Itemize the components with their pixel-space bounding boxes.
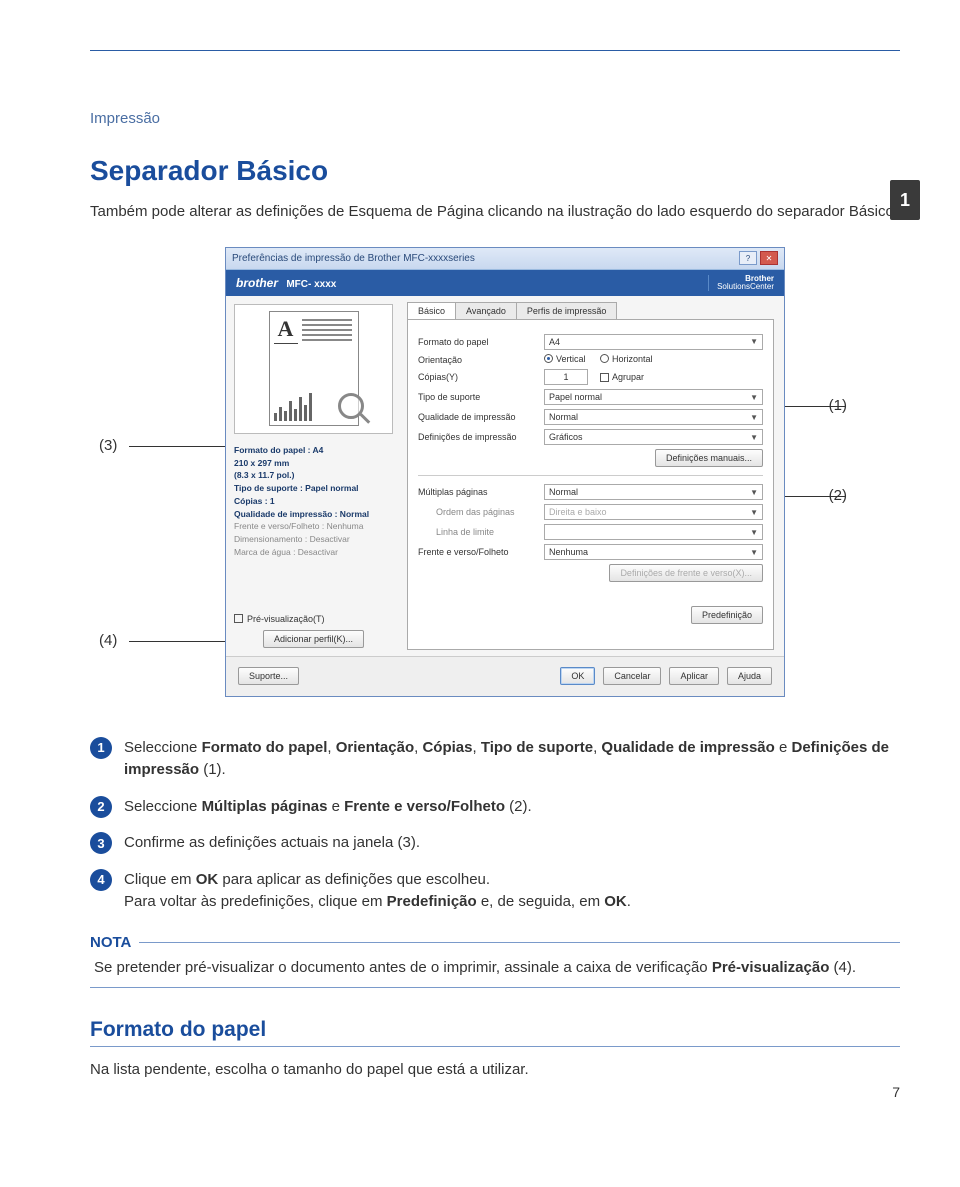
dialog-left-pane: A Formato do papel : A4 210 x 297 mm (8.…	[226, 296, 401, 656]
dialog-title: Preferências de impressão de Brother MFC…	[232, 253, 475, 264]
tab-avancado[interactable]: Avançado	[455, 302, 517, 319]
brand-bar: brother MFC- xxxx BrotherSolutionsCenter	[226, 270, 784, 296]
step-badge-4: 4	[90, 869, 112, 891]
solutions-center-link[interactable]: BrotherSolutionsCenter	[708, 275, 774, 291]
settings-summary: Formato do papel : A4 210 x 297 mm (8.3 …	[234, 444, 393, 559]
help-button[interactable]: Ajuda	[727, 667, 772, 685]
duplex-settings-button: Definições de frente e verso(X)...	[609, 564, 763, 582]
select-tipo[interactable]: Papel normal▼	[544, 389, 763, 405]
close-icon[interactable]: ✕	[760, 251, 778, 265]
magnifier-icon	[338, 393, 364, 419]
breadcrumb: Impressão	[90, 110, 900, 127]
callout-3: (3)	[99, 437, 117, 454]
preview-checkbox-row[interactable]: Pré-visualização(T)	[234, 608, 393, 630]
page-title: Separador Básico	[90, 155, 900, 187]
predefinicao-button[interactable]: Predefinição	[691, 606, 763, 624]
print-preferences-dialog: Preferências de impressão de Brother MFC…	[225, 247, 785, 697]
callout-4: (4)	[99, 632, 117, 649]
label-orientacao: Orientação	[418, 355, 538, 365]
select-multiplas[interactable]: Normal▼	[544, 484, 763, 500]
chapter-tab: 1	[890, 180, 920, 220]
page-number: 7	[892, 1084, 900, 1100]
dialog-titlebar: Preferências de impressão de Brother MFC…	[226, 248, 784, 270]
manual-settings-button[interactable]: Definições manuais...	[655, 449, 763, 467]
dialog-figure: (3) (1) (2) (4) Preferências de impressã…	[105, 247, 885, 707]
preview-checkbox[interactable]	[234, 614, 243, 623]
radio-horizontal[interactable]: Horizontal	[600, 354, 653, 364]
tab-perfis[interactable]: Perfis de impressão	[516, 302, 618, 319]
tab-basico[interactable]: Básico	[407, 302, 456, 319]
intro-paragraph: Também pode alterar as definições de Esq…	[90, 201, 900, 223]
step-badge-3: 3	[90, 832, 112, 854]
ok-button[interactable]: OK	[560, 667, 595, 685]
select-qualidade[interactable]: Normal▼	[544, 409, 763, 425]
step-3: 3 Confirme as definições actuais na jane…	[90, 832, 900, 855]
label-definicoes-impressao: Definições de impressão	[418, 432, 538, 442]
suporte-button[interactable]: Suporte...	[238, 667, 299, 685]
section-heading-formato: Formato do papel	[90, 1018, 900, 1047]
callout-4-line	[129, 641, 229, 642]
top-rule	[90, 50, 900, 51]
radio-vertical[interactable]: Vertical	[544, 354, 586, 364]
label-copias: Cópias(Y)	[418, 372, 538, 382]
select-linha: ▼	[544, 524, 763, 540]
note-block: NOTA Se pretender pré-visualizar o docum…	[90, 934, 900, 989]
input-copias[interactable]: 1	[544, 369, 588, 385]
apply-button[interactable]: Aplicar	[669, 667, 719, 685]
label-qualidade: Qualidade de impressão	[418, 412, 538, 422]
label-formato: Formato do papel	[418, 337, 538, 347]
cancel-button[interactable]: Cancelar	[603, 667, 661, 685]
label-multiplas: Múltiplas páginas	[418, 487, 538, 497]
callout-3-line	[129, 446, 229, 447]
model-label: MFC- xxxx	[286, 279, 336, 290]
add-profile-button[interactable]: Adicionar perfil(K)...	[263, 630, 364, 648]
tab-panel-basico: Formato do papel A4▼ Orientação Vertical…	[407, 319, 774, 650]
brother-logo: brother	[236, 276, 278, 290]
steps-list: 1 Seleccione Formato do papel, Orientaçã…	[90, 737, 900, 914]
select-frente-verso[interactable]: Nenhuma▼	[544, 544, 763, 560]
select-ordem: Direita e baixo▼	[544, 504, 763, 520]
label-tipo: Tipo de suporte	[418, 392, 538, 402]
preview-page-icon: A	[269, 311, 359, 426]
tabs: Básico Avançado Perfis de impressão	[407, 302, 774, 319]
section-body-formato: Na lista pendente, escolha o tamanho do …	[90, 1061, 900, 1078]
step-badge-2: 2	[90, 796, 112, 818]
label-linha: Linha de limite	[418, 527, 538, 537]
help-icon[interactable]: ?	[739, 251, 757, 265]
preview-checkbox-label: Pré-visualização(T)	[247, 614, 325, 624]
step-4: 4 Clique em OK para aplicar as definiçõe…	[90, 869, 900, 914]
page-preview[interactable]: A	[234, 304, 393, 434]
step-1: 1 Seleccione Formato do papel, Orientaçã…	[90, 737, 900, 782]
label-frente-verso: Frente e verso/Folheto	[418, 547, 538, 557]
step-2: 2 Seleccione Múltiplas páginas e Frente …	[90, 796, 900, 819]
select-formato[interactable]: A4▼	[544, 334, 763, 350]
select-definicoes-impressao[interactable]: Gráficos▼	[544, 429, 763, 445]
step-badge-1: 1	[90, 737, 112, 759]
checkbox-agrupar[interactable]: Agrupar	[600, 372, 644, 382]
note-label: NOTA	[90, 934, 131, 951]
label-ordem: Ordem das páginas	[418, 507, 538, 517]
